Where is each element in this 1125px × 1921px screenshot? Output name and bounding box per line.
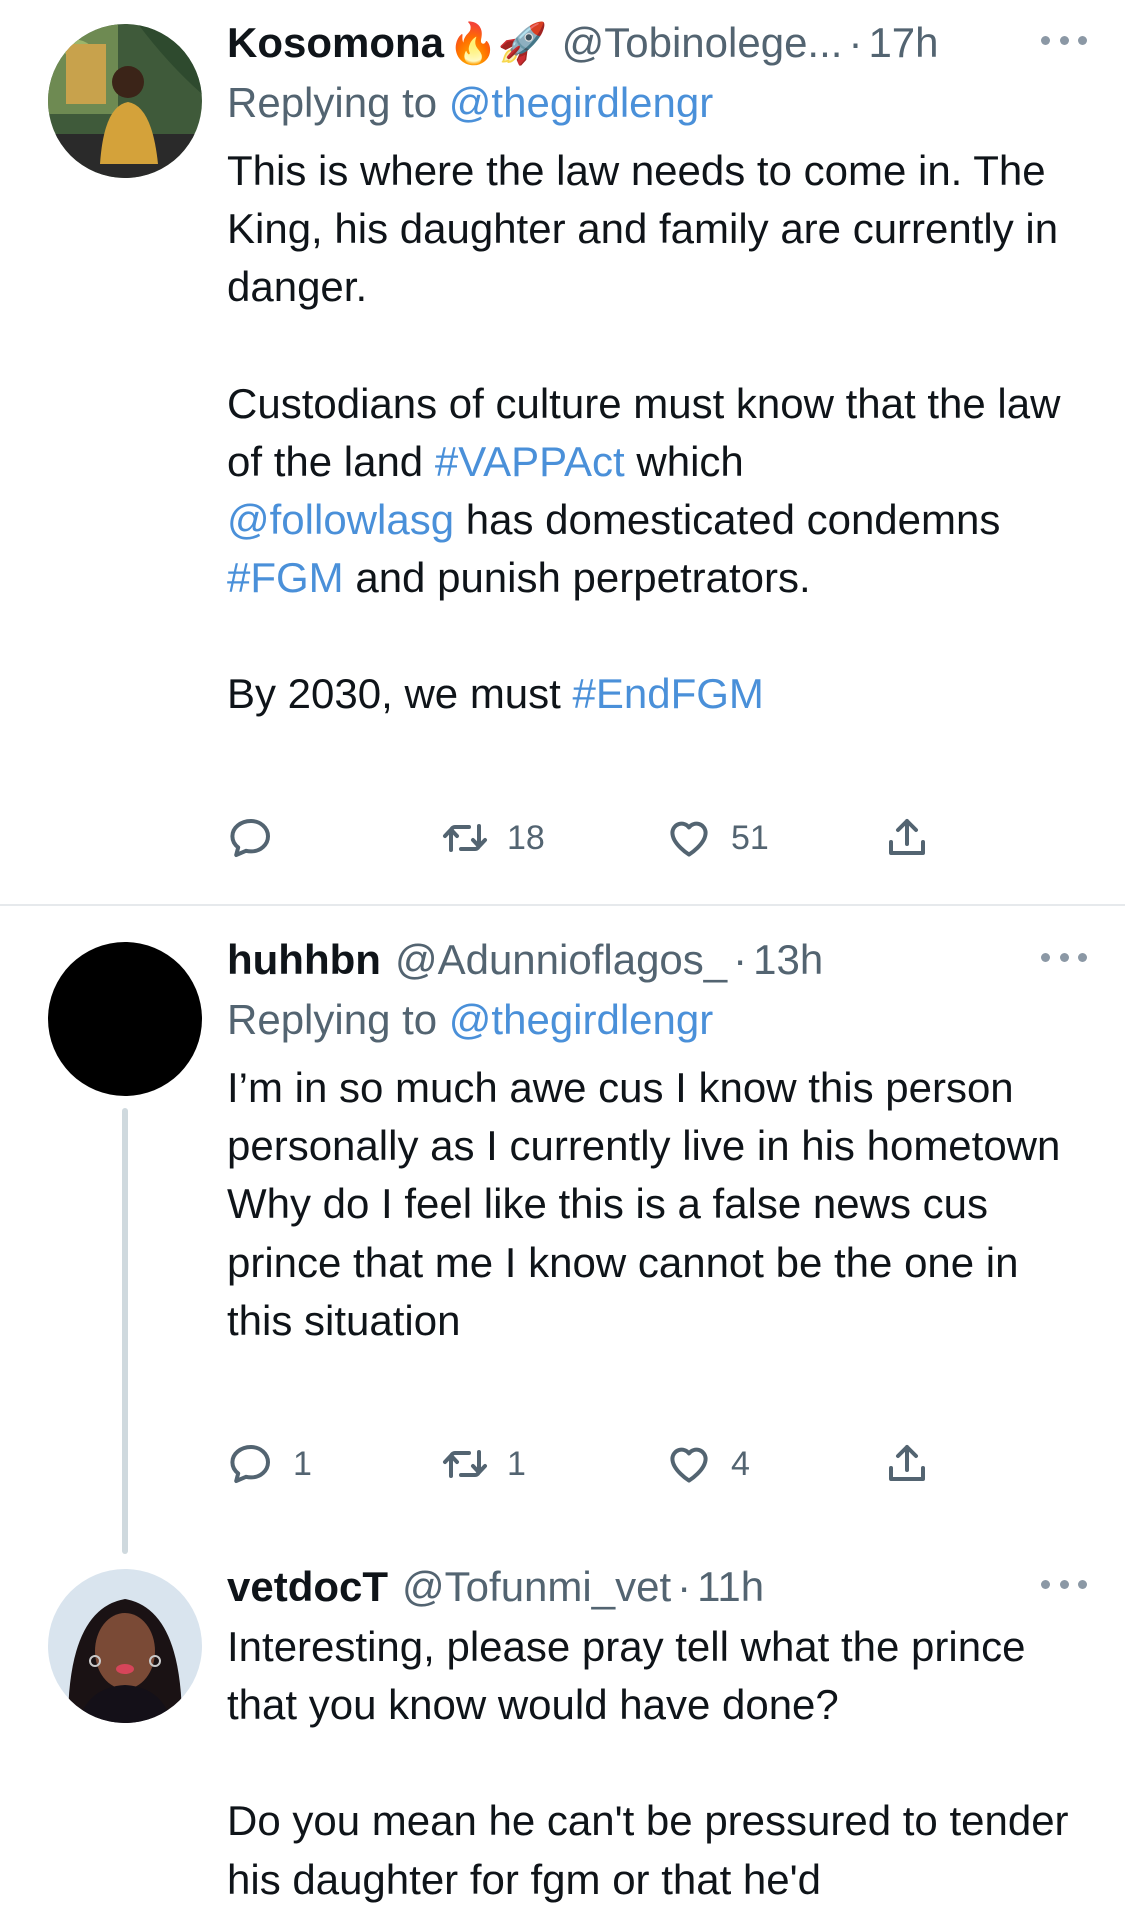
display-name[interactable]: Kosomona (227, 12, 444, 74)
separator-dot: · (848, 19, 863, 66)
heart-icon (670, 1447, 708, 1483)
tweet-paragraph: I’m in so much awe cus I know this perso… (227, 1064, 1061, 1170)
name-emoji: 🔥🚀 (448, 22, 548, 66)
tweet-header: vetdocT @Tofunmi_vet · 11h (227, 1556, 1087, 1618)
avatar[interactable] (48, 1569, 202, 1723)
replying-to-label: Replying to (227, 79, 438, 126)
reply-icon (230, 819, 270, 857)
more-icon[interactable] (1041, 20, 1087, 60)
retweet-icon (443, 1450, 487, 1478)
hashtag-link[interactable]: #FGM (227, 554, 344, 601)
username-handle[interactable]: @Tofunmi_vet (402, 1556, 671, 1618)
more-icon[interactable] (1041, 1564, 1087, 1604)
text-segment: has domesticated condemns (465, 496, 1001, 544)
tweet-text: Interesting, please pray tell what the p… (227, 1618, 1087, 1909)
share-icon (889, 819, 925, 855)
display-name[interactable]: huhhbn (227, 929, 381, 991)
heart-icon (670, 821, 708, 857)
thread-connector (122, 1108, 128, 1554)
tweet-divider (0, 904, 1125, 906)
tweet-text: This is where the law needs to come in. … (227, 142, 1087, 724)
retweet-count: 1 (507, 1444, 526, 1483)
reply-icon (230, 1445, 270, 1483)
tweet-header: huhhbn @Adunnioflagos_ · 13h (227, 929, 1087, 991)
timestamp[interactable]: 13h (753, 929, 823, 991)
more-icon[interactable] (1041, 937, 1087, 977)
retweet-button[interactable]: 1 (441, 1434, 526, 1494)
avatar[interactable] (48, 24, 202, 178)
share-icon (889, 1445, 925, 1481)
tweet-paragraph: Interesting, please pray tell what the p… (227, 1623, 1026, 1729)
like-count: 51 (731, 818, 769, 857)
timestamp[interactable]: 11h (697, 1556, 764, 1618)
replying-to: Replying to @thegirdlengr (227, 991, 1087, 1049)
replying-to: Replying to @thegirdlengr (227, 74, 1087, 132)
tweet-paragraph: By 2030, we must #EndFGM (227, 665, 1087, 723)
tweet-paragraph: Do you mean he can't be pressured to ten… (227, 1797, 1069, 1903)
tweet-text: I’m in so much awe cus I know this perso… (227, 1059, 1087, 1350)
username-handle[interactable]: @Adunnioflagos_ (395, 929, 727, 991)
display-name[interactable]: vetdocT (227, 1556, 388, 1618)
username-handle[interactable]: @Tobinolege... (562, 12, 843, 74)
tweet-paragraph: This is where the law needs to come in. … (227, 147, 1059, 311)
hashtag-link[interactable]: #VAPPAct (435, 438, 625, 485)
like-button[interactable]: 51 (665, 808, 769, 868)
reply-button[interactable]: 1 (227, 1434, 312, 1494)
replying-to-label: Replying to (227, 996, 438, 1043)
replying-to-mention[interactable]: @thegirdlengr (449, 996, 713, 1043)
reply-count: 1 (293, 1444, 312, 1483)
tweet-actions: 1 1 4 (227, 1434, 1087, 1494)
retweet-button[interactable]: 18 (441, 808, 545, 868)
retweet-icon (443, 824, 487, 852)
share-button[interactable] (883, 808, 931, 868)
retweet-count: 18 (507, 818, 545, 857)
text-segment: which (636, 437, 744, 485)
mention-link[interactable]: @followlasg (227, 496, 454, 543)
tweet-header: Kosomona 🔥🚀 @Tobinolege... · 17h (227, 12, 1087, 74)
like-button[interactable]: 4 (665, 1434, 750, 1494)
hashtag-link[interactable]: #EndFGM (573, 670, 764, 717)
separator-dot: · (733, 936, 748, 983)
separator-dot: · (677, 1563, 692, 1610)
avatar[interactable] (48, 942, 202, 1096)
like-count: 4 (731, 1444, 750, 1483)
text-segment: and punish perpetrators. (355, 554, 811, 602)
reply-button[interactable] (227, 808, 275, 868)
replying-to-mention[interactable]: @thegirdlengr (449, 79, 713, 126)
tweet-paragraph: Custodians of culture must know that the… (227, 375, 1087, 608)
timestamp[interactable]: 17h (868, 12, 938, 74)
tweet-actions: 18 51 (227, 808, 1087, 868)
text-segment: By 2030, we must (227, 670, 561, 718)
tweet-paragraph: Why do I feel like this is a false news … (227, 1180, 1019, 1344)
share-button[interactable] (883, 1434, 931, 1494)
